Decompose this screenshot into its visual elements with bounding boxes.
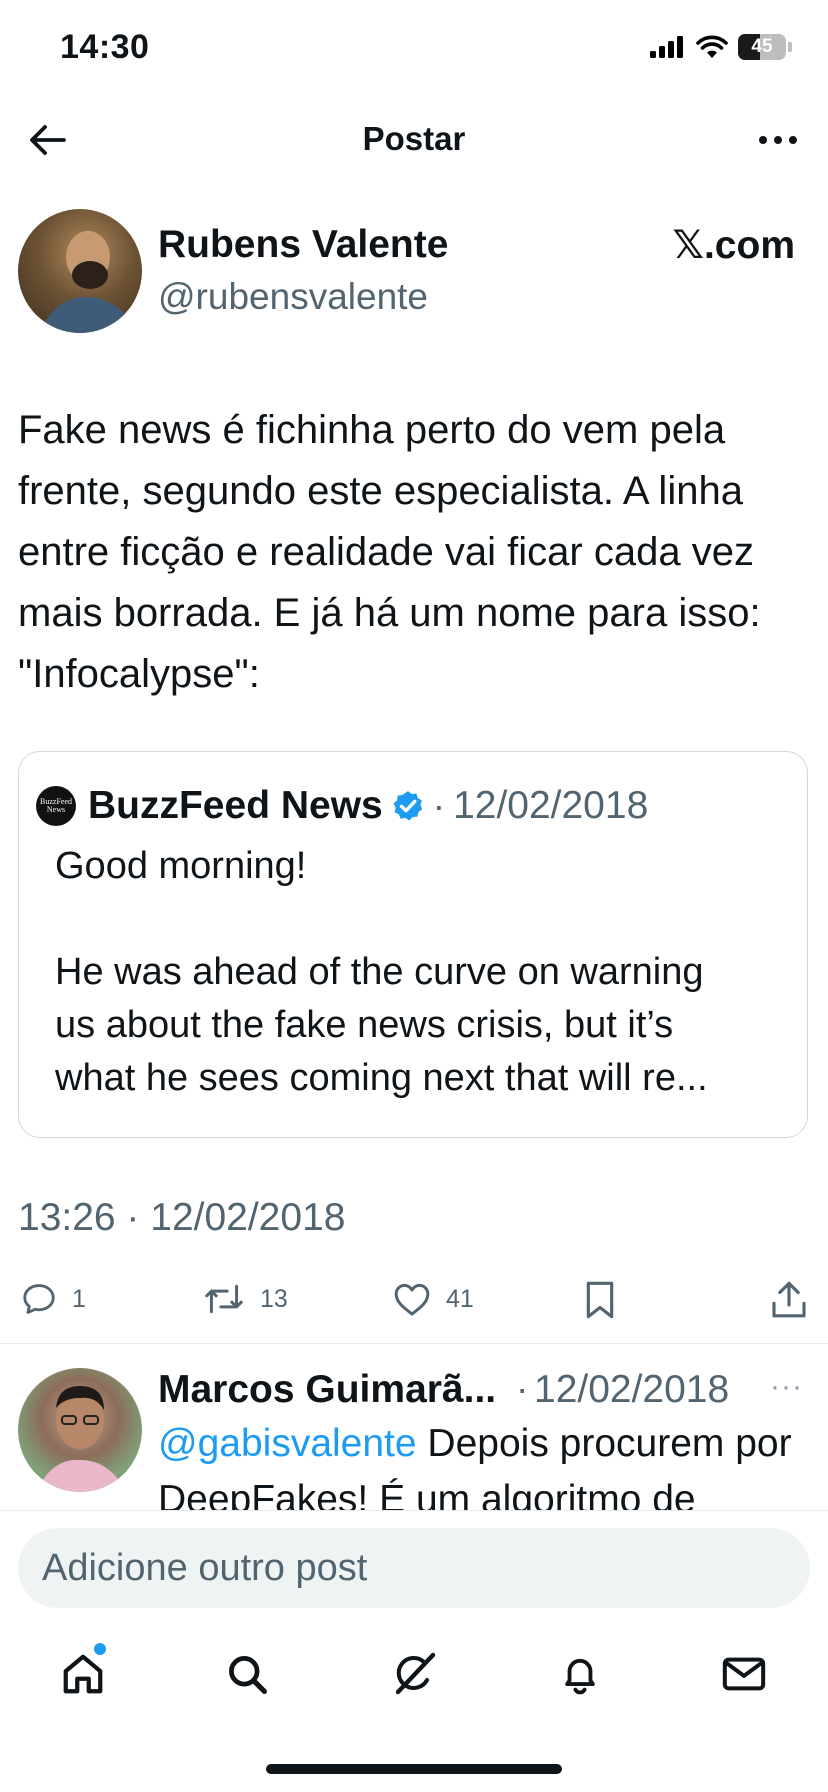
more-options-button[interactable]: [750, 116, 806, 164]
grok-icon: [395, 1652, 436, 1695]
status-time: 14:30: [60, 28, 150, 66]
page-title: Postar: [362, 120, 466, 157]
quoted-author-name: BuzzFeed News: [88, 784, 383, 827]
verified-badge-icon: [391, 789, 425, 823]
repost-button[interactable]: 13: [202, 1280, 288, 1318]
battery-level: 45: [751, 36, 773, 57]
reply-avatar[interactable]: [18, 1368, 142, 1492]
share-button[interactable]: [770, 1280, 808, 1320]
author-handle[interactable]: @rubensvalente: [158, 276, 428, 318]
tab-search[interactable]: [217, 1644, 277, 1704]
like-count: 41: [446, 1284, 474, 1313]
signal-icon: [650, 36, 683, 58]
buzzfeed-logo: BuzzFeed News: [36, 786, 76, 826]
tab-messages[interactable]: [714, 1644, 774, 1704]
like-button[interactable]: 41: [392, 1280, 474, 1318]
search-icon: [229, 1656, 267, 1694]
bookmark-icon: [586, 1281, 614, 1319]
quoted-line: He was ahead of the curve on warning: [55, 951, 704, 993]
quoted-line: [55, 893, 785, 946]
author-avatar[interactable]: [18, 209, 142, 333]
reply-more-button[interactable]: ···: [770, 1370, 803, 1404]
home-indicator: [266, 1764, 562, 1774]
avatar-image: [38, 231, 136, 333]
repost-count: 13: [260, 1284, 288, 1313]
reply-author-name[interactable]: Marcos Guimarã...: [158, 1368, 496, 1412]
avatar-image: [36, 1386, 126, 1492]
notifications-icon: [565, 1658, 595, 1695]
post-timestamp[interactable]: 13:26 · 12/02/2018: [18, 1196, 345, 1240]
status-icons: 45: [650, 34, 792, 60]
messages-icon: [722, 1657, 766, 1691]
wifi-icon: [696, 35, 728, 58]
bookmark-button[interactable]: [584, 1280, 616, 1320]
reply-input[interactable]: Adicione outro post: [18, 1528, 810, 1608]
divider: [0, 1343, 828, 1344]
notification-dot: [94, 1643, 106, 1655]
reply-mention[interactable]: @gabisvalente: [158, 1422, 417, 1465]
tab-grok[interactable]: [384, 1644, 444, 1704]
battery-icon: 45: [738, 34, 786, 60]
reply-count: 1: [72, 1284, 86, 1313]
quoted-separator: ·: [432, 785, 446, 826]
heart-icon: [394, 1283, 430, 1316]
more-horizontal-icon: [759, 136, 797, 144]
repost-icon: [205, 1284, 243, 1314]
reply-icon: [23, 1284, 55, 1314]
post-text: Fake news é fichinha perto do vem pela f…: [18, 408, 761, 696]
quoted-line: what he sees coming next that will re...: [55, 1057, 708, 1099]
quoted-line: us about the fake news crisis, but it’s: [55, 1004, 674, 1046]
quoted-post-header: BuzzFeed News BuzzFeed News · 12/02/2018: [36, 782, 648, 830]
reply-text: @gabisvalente Depois procurem por DeepFa…: [158, 1416, 818, 1512]
quoted-line: Good morning!: [55, 845, 307, 887]
home-icon: [63, 1654, 103, 1694]
reply-separator: ·: [516, 1368, 529, 1409]
share-icon: [772, 1281, 806, 1318]
reply-button[interactable]: 1: [20, 1280, 86, 1318]
reply-date: 12/02/2018: [534, 1368, 730, 1411]
tab-notifications[interactable]: [550, 1644, 610, 1704]
quoted-post-text: Good morning! He was ahead of the curve …: [55, 840, 785, 1105]
author-name[interactable]: Rubens Valente: [158, 223, 448, 267]
battery-nub: [788, 42, 792, 52]
quoted-date: 12/02/2018: [453, 784, 649, 827]
source-label: 𝕏.com: [672, 224, 795, 267]
